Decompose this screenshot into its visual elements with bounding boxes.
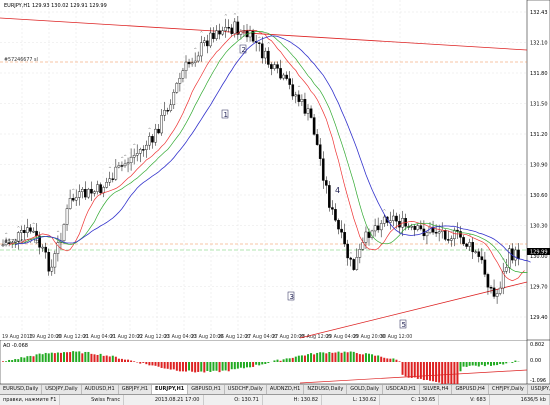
wave-label-3: 3 <box>290 293 294 301</box>
chart-tab-audnzd-h1[interactable]: AUDNZD,H1 <box>267 385 304 394</box>
chart-tab-nzdusd-daily[interactable]: NZDUSD,Daily <box>304 385 347 394</box>
price-tick: 129.70 <box>530 285 548 291</box>
svg-text:^: ^ <box>267 42 270 47</box>
chart-tab-eurjpy-h1[interactable]: EURJPY,H1 <box>152 385 188 394</box>
chart-header-symbol: EURJPY,H1 <box>4 3 30 9</box>
svg-text:^: ^ <box>200 30 203 35</box>
svg-text:^: ^ <box>148 127 151 132</box>
svg-text:^: ^ <box>349 251 352 256</box>
chart-tab-gbpusd-h4[interactable]: GBPUSD,H4 <box>452 385 489 394</box>
wave-label-2: 2 <box>242 46 246 54</box>
price-tick: 131.80 <box>530 71 548 77</box>
chart-tab-eurusd-daily[interactable]: EURUSD,Daily <box>0 385 42 394</box>
svg-text:^: ^ <box>224 13 227 18</box>
svg-text:^: ^ <box>72 188 75 193</box>
svg-text:^: ^ <box>32 222 35 227</box>
awesome-oscillator-panel[interactable]: AO -0.068 0.802 0.00 -1.096 <box>0 340 550 384</box>
chart-tab-usdcad-h1[interactable]: USDCAD,H1 <box>383 385 420 394</box>
chart-header-ohlc: 129.93 130.02 129.91 129.99 <box>32 3 107 9</box>
chart-tab-gold-daily[interactable]: GOLD,Daily <box>347 385 383 394</box>
price-tick: 130.30 <box>530 224 548 230</box>
wave-label-5: 5 <box>402 321 406 329</box>
chart-tab-gbpusd-h1[interactable]: GBPUSD,H1 <box>188 385 225 394</box>
price-tick: 132.10 <box>530 41 548 47</box>
price-tick: 132.43 <box>530 10 548 16</box>
oscillator-label: AO -0.068 <box>3 343 28 349</box>
status-bar: правки, нажмите F1 Swiss Franc 2013.08.2… <box>0 394 550 405</box>
svg-text:^: ^ <box>297 85 300 90</box>
stop-loss-label: #57246677 sl <box>4 57 38 63</box>
current-price-label: 129.99 <box>530 250 548 256</box>
osc-axis-mid: 0.00 <box>530 358 541 364</box>
svg-text:^: ^ <box>56 230 59 235</box>
chart-tab-silver-h4[interactable]: SILVER,H4 <box>420 385 452 394</box>
wave-label-1: 1 <box>224 111 228 119</box>
svg-text:^: ^ <box>133 143 136 148</box>
svg-text:^: ^ <box>233 13 236 18</box>
wave-label-4: 4 <box>335 186 340 195</box>
price-tick: 130.90 <box>530 163 548 169</box>
chart-tab-chfjpy-daily[interactable]: CHFJPY,Daily <box>489 385 528 394</box>
price-tick: 131.20 <box>530 132 548 138</box>
price-tick: 131.50 <box>530 102 548 108</box>
osc-axis-top: 0.802 <box>530 342 544 348</box>
chart-tab-usdjpy-daily[interactable]: USDJPY,Daily <box>42 385 81 394</box>
chart-tab-gbpjpy-h1[interactable]: GBPJPY,H1 <box>119 385 152 394</box>
chart-tab-usdchf-daily[interactable]: USDCHF,Daily <box>225 385 267 394</box>
svg-text:^: ^ <box>194 47 197 52</box>
svg-text:^: ^ <box>5 232 8 237</box>
chart-tab-bar: EURUSD,DailyUSDJPY,DailyAUDUSD,H1GBPJPY,… <box>0 384 550 394</box>
price-tick: 130.60 <box>530 193 548 199</box>
price-tick: 129.40 <box>530 315 548 321</box>
chart-tab-usdjpy-daily[interactable]: USDJPY,Daily <box>528 385 550 394</box>
svg-text:^: ^ <box>108 166 111 171</box>
svg-text:^: ^ <box>124 154 127 159</box>
price-chart[interactable]: EURJPY,H1 129.93 130.02 129.91 129.99 13… <box>0 0 550 340</box>
chart-tab-audusd-h1[interactable]: AUDUSD,H1 <box>82 385 119 394</box>
svg-text:^: ^ <box>17 226 20 231</box>
